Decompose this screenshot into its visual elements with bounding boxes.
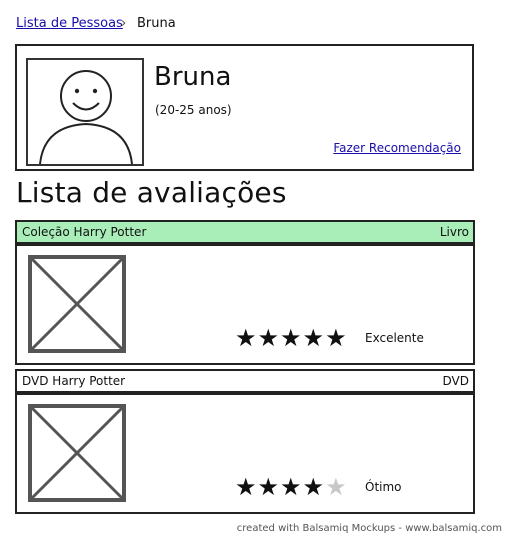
- avatar: [26, 58, 144, 166]
- rating-item-type: Livro: [439, 225, 469, 239]
- section-title: Lista de avaliações: [16, 176, 287, 209]
- rating-item-header[interactable]: Coleção Harry Potter Livro: [15, 220, 475, 244]
- star-filled-icon: ★: [302, 324, 325, 352]
- rating-item-header[interactable]: DVD Harry Potter DVD: [15, 369, 475, 393]
- rating-item-body: ★ ★ ★ ★ ★ Ótimo: [15, 393, 475, 514]
- breadcrumb-current: Bruna: [137, 16, 176, 31]
- star-filled-icon: ★: [257, 473, 280, 501]
- footer-credit: created with Balsamiq Mockups - www.bals…: [236, 523, 502, 534]
- star-filled-icon: ★: [235, 473, 257, 501]
- star-filled-icon: ★: [235, 324, 257, 352]
- star-rating: ★ ★ ★ ★ ★: [235, 475, 347, 499]
- rating-item-type: DVD: [442, 374, 469, 388]
- recommend-link[interactable]: Fazer Recomendação: [333, 141, 461, 155]
- profile-name: Bruna: [154, 62, 232, 92]
- star-rating: ★ ★ ★ ★ ★: [235, 326, 347, 350]
- star-filled-icon: ★: [280, 324, 302, 352]
- star-filled-icon: ★: [257, 324, 280, 352]
- user-silhouette-icon: [39, 70, 133, 164]
- profile-age: (20-25 anos): [155, 103, 232, 117]
- star-filled-icon: ★: [325, 324, 347, 352]
- star-filled-icon: ★: [280, 473, 302, 501]
- rating-item-title: Coleção Harry Potter: [22, 225, 147, 239]
- image-placeholder-icon: [28, 404, 126, 502]
- rating-label: Excelente: [365, 331, 424, 345]
- profile-card: Bruna (20-25 anos) Fazer Recomendação: [15, 44, 474, 171]
- rating-item-title: DVD Harry Potter: [22, 374, 126, 388]
- rating-item-body: ★ ★ ★ ★ ★ Excelente: [15, 244, 475, 365]
- image-placeholder-icon: [28, 255, 126, 353]
- rating-label: Ótimo: [365, 480, 402, 494]
- star-filled-icon: ★: [302, 473, 325, 501]
- star-empty-icon: ★: [325, 473, 347, 501]
- breadcrumb-link-lista-de-pessoas[interactable]: Lista de Pessoas: [16, 16, 123, 31]
- breadcrumb-chevron-icon: ›: [121, 16, 127, 31]
